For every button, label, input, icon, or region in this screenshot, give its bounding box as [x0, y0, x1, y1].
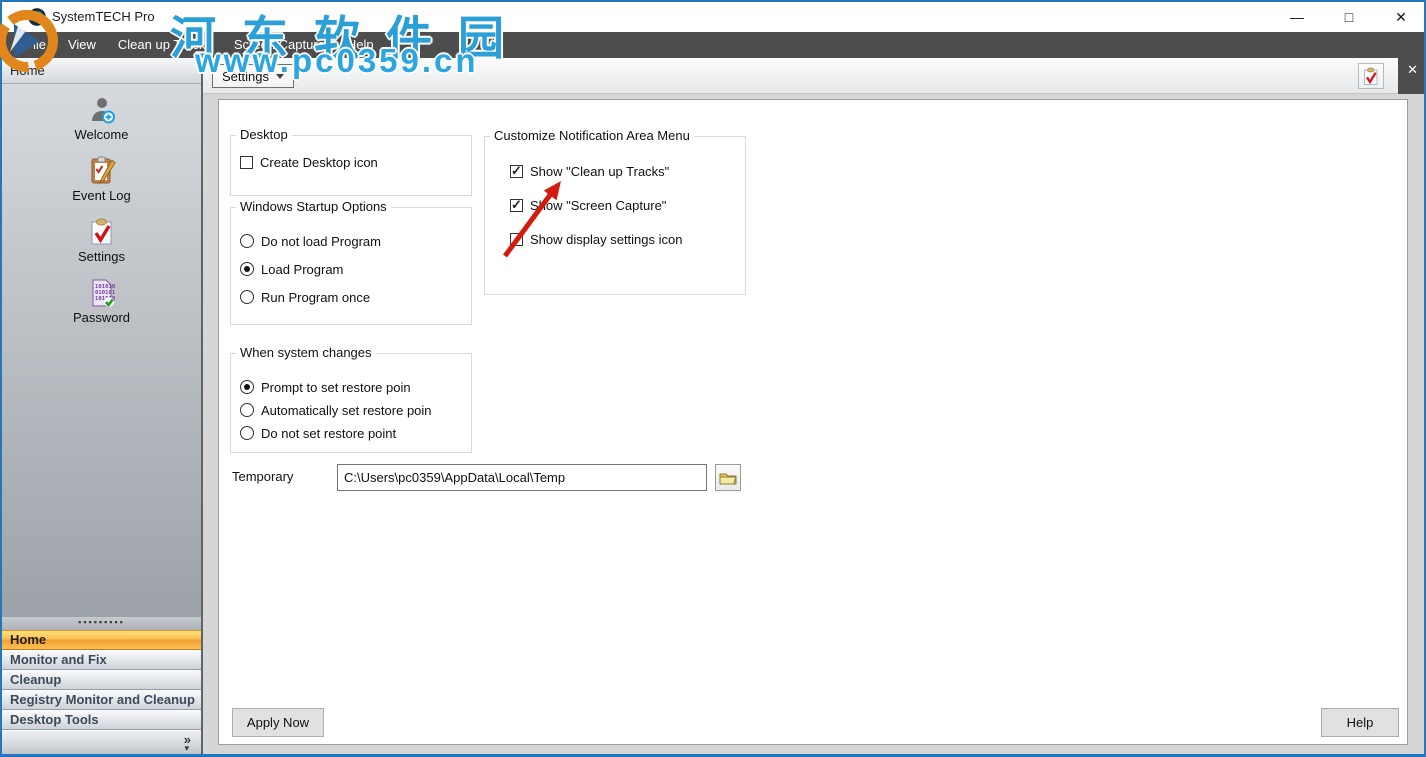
radio-row-run-program-once[interactable]: Run Program once [240, 287, 370, 307]
group-notification-area-menu: Customize Notification Area Menu Show "C… [484, 136, 746, 295]
sidebar-item-label: Password [2, 310, 201, 325]
sidebar-item-password[interactable]: 101010 010101 101010 Password [2, 273, 201, 334]
nav-item-desktop-tools[interactable]: Desktop Tools [2, 710, 201, 730]
minimize-icon[interactable]: — [1284, 9, 1310, 25]
sidebar: Home Welcome Event Log [2, 58, 203, 754]
temporary-path-input[interactable] [337, 464, 707, 491]
auto-restore-point-radio[interactable] [240, 403, 254, 417]
checkbox-label: Show "Screen Capture" [530, 198, 666, 213]
no-restore-point-radio[interactable] [240, 426, 254, 440]
window-title: SystemTECH Pro [52, 9, 155, 24]
sidebar-item-event-log[interactable]: Event Log [2, 151, 201, 212]
checkbox-row-create-desktop-icon[interactable]: Create Desktop icon [240, 152, 378, 172]
settings-checklist-icon [1361, 65, 1381, 87]
nav-item-monitor-and-fix[interactable]: Monitor and Fix [2, 650, 201, 670]
run-program-once-radio[interactable] [240, 290, 254, 304]
window-controls: — □ ✕ [1284, 2, 1414, 32]
settings-dropdown-label: Settings [222, 69, 269, 84]
pane-close-icon[interactable]: ✕ [1407, 62, 1418, 78]
radio-label: Prompt to set restore poin [261, 380, 411, 395]
nav-item-cleanup[interactable]: Cleanup [2, 670, 201, 690]
pane-close-area: ✕ [1398, 58, 1424, 94]
sidebar-item-list: Welcome Event Log Settings [2, 84, 201, 334]
load-program-radio[interactable] [240, 262, 254, 276]
nav-overflow-bar: » ▾ [2, 730, 201, 754]
overflow-caret-icon[interactable]: ▾ [184, 743, 189, 754]
nav-item-home[interactable]: Home [2, 630, 201, 650]
settings-dropdown-button[interactable]: Settings [212, 64, 294, 88]
group-title: Customize Notification Area Menu [490, 128, 694, 143]
sidebar-item-label: Settings [2, 249, 201, 264]
radio-row-do-not-load-program[interactable]: Do not load Program [240, 231, 381, 251]
create-desktop-icon-checkbox[interactable] [240, 156, 253, 169]
radio-row-auto-restore-point[interactable]: Automatically set restore poin [240, 400, 432, 420]
group-title: Windows Startup Options [236, 199, 391, 214]
maximize-icon[interactable]: □ [1336, 9, 1362, 25]
title-bar: SystemTECH Pro — □ ✕ [2, 2, 1424, 32]
temporary-label: Temporary [232, 469, 293, 484]
radio-label: Load Program [261, 262, 343, 277]
radio-label: Do not set restore point [261, 426, 396, 441]
checkbox-label: Show "Clean up Tracks" [530, 164, 669, 179]
checkbox-row-show-clean-up-tracks[interactable]: Show "Clean up Tracks" [510, 161, 669, 181]
menu-help[interactable]: Help [336, 32, 385, 58]
checkbox-label: Show display settings icon [530, 232, 682, 247]
help-button[interactable]: Help [1321, 708, 1399, 737]
checkbox-row-show-display-settings-icon[interactable]: Show display settings icon [510, 229, 682, 249]
show-screen-capture-checkbox[interactable] [510, 199, 523, 212]
show-display-settings-icon-checkbox[interactable] [510, 233, 523, 246]
sidebar-header: Home [2, 58, 201, 84]
group-desktop: Desktop Create Desktop icon [230, 135, 472, 196]
menu-screen-capture[interactable]: Screen Capture [223, 32, 336, 58]
settings-panel: Desktop Create Desktop icon Windows Star… [218, 99, 1408, 745]
chevron-down-icon [276, 74, 284, 79]
sidebar-item-settings[interactable]: Settings [2, 212, 201, 273]
group-title: When system changes [236, 345, 376, 360]
password-binary-icon: 101010 010101 101010 [87, 276, 117, 308]
checkbox-row-show-screen-capture[interactable]: Show "Screen Capture" [510, 195, 666, 215]
group-title: Desktop [236, 127, 292, 142]
menu-clean-up-tracks[interactable]: Clean up Tracks [107, 32, 223, 58]
radio-label: Run Program once [261, 290, 370, 305]
radio-row-load-program[interactable]: Load Program [240, 259, 343, 279]
group-when-system-changes: When system changes Prompt to set restor… [230, 353, 472, 453]
sidebar-item-label: Event Log [2, 188, 201, 203]
settings-page-icon-button[interactable] [1358, 63, 1384, 89]
menu-bar: File View Clean up Tracks Screen Capture… [2, 32, 1424, 58]
settings-checklist-icon [87, 215, 117, 247]
app-logo-icon [28, 8, 46, 26]
show-clean-up-tracks-checkbox[interactable] [510, 165, 523, 178]
radio-row-no-restore-point[interactable]: Do not set restore point [240, 423, 396, 443]
prompt-restore-point-radio[interactable] [240, 380, 254, 394]
nav-item-registry-monitor[interactable]: Registry Monitor and Cleanup [2, 690, 201, 710]
radio-row-prompt-restore-point[interactable]: Prompt to set restore poin [240, 377, 411, 397]
sidebar-item-welcome[interactable]: Welcome [2, 92, 201, 151]
event-log-clipboard-icon [87, 154, 117, 186]
browse-folder-button[interactable] [715, 464, 741, 491]
close-icon[interactable]: ✕ [1388, 9, 1414, 26]
sidebar-nav: ▪▪▪▪▪▪▪▪▪ Home Monitor and Fix Cleanup R… [2, 617, 201, 754]
welcome-person-icon [87, 95, 117, 125]
folder-icon [719, 471, 737, 485]
menu-file[interactable]: File [14, 32, 57, 58]
apply-now-button[interactable]: Apply Now [232, 708, 324, 737]
radio-label: Automatically set restore poin [261, 403, 432, 418]
sidebar-item-label: Welcome [2, 127, 201, 142]
app-window: SystemTECH Pro — □ ✕ File View Clean up … [0, 0, 1426, 757]
radio-label: Do not load Program [261, 234, 381, 249]
nav-splitter-grip[interactable]: ▪▪▪▪▪▪▪▪▪ [2, 617, 201, 630]
group-windows-startup-options: Windows Startup Options Do not load Prog… [230, 207, 472, 325]
menu-view[interactable]: View [57, 32, 107, 58]
toolbar: Settings [203, 58, 1398, 94]
checkbox-label: Create Desktop icon [260, 155, 378, 170]
do-not-load-program-radio[interactable] [240, 234, 254, 248]
